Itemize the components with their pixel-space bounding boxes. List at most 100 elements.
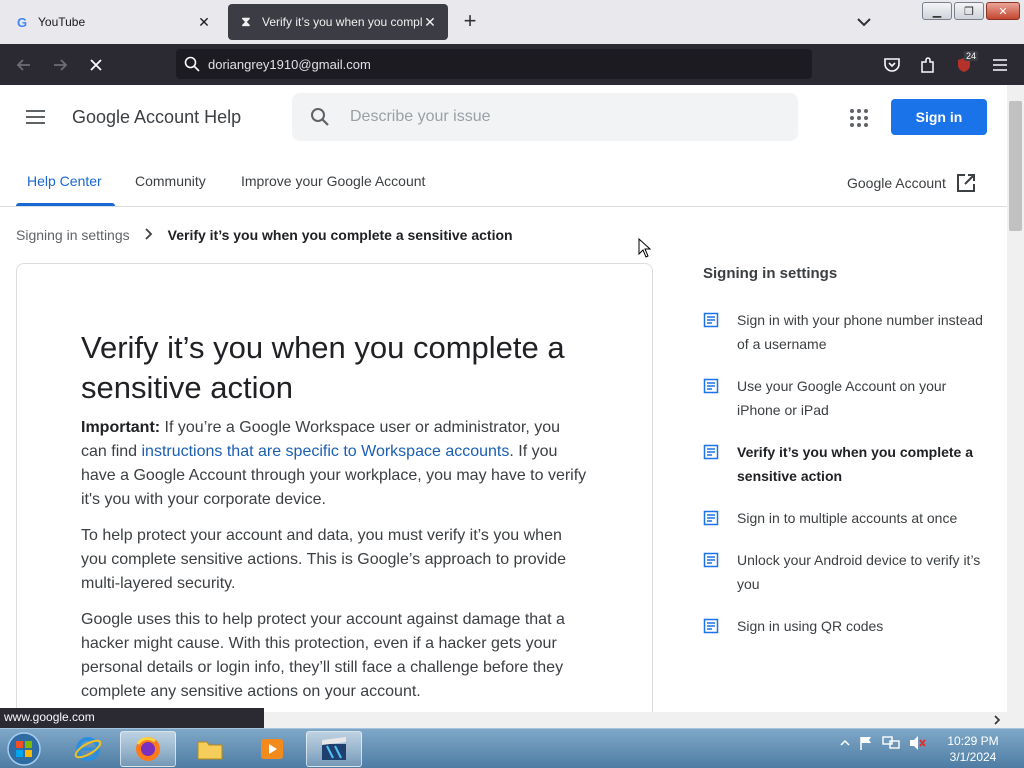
pocket-button[interactable]	[880, 53, 904, 77]
apps-grid-icon	[850, 109, 868, 127]
extensions-button[interactable]	[916, 53, 940, 77]
link-status-text: www.google.com	[0, 708, 264, 728]
new-tab-button[interactable]: +	[458, 10, 482, 34]
breadcrumb-current: Verify it’s you when you complete a sens…	[167, 227, 513, 243]
article-icon	[703, 312, 719, 328]
hamburger-menu-icon	[993, 59, 1007, 71]
article-paragraph: To help protect your account and data, y…	[81, 527, 567, 592]
breadcrumb: Signing in settings Verify it’s you when…	[16, 227, 513, 243]
product-name[interactable]: Google Account Help	[72, 107, 241, 128]
sidebar-item-label: Verify it’s you when you complete a sens…	[737, 444, 973, 484]
vertical-scrollbar[interactable]	[1007, 85, 1024, 712]
article-icon	[703, 444, 719, 460]
browser-tab-strip: G YouTube ✕ ⧗ Verify it’s you when you c…	[0, 0, 1024, 44]
volume-muted-icon[interactable]	[908, 735, 926, 751]
window-controls: ▁ ❐ ✕	[922, 2, 1020, 20]
main-menu-button[interactable]	[24, 107, 48, 127]
arrow-right-icon	[54, 59, 68, 71]
navigation-toolbar: doriangrey1910@gmail.com 24	[0, 44, 1024, 85]
sidebar-item-multiple-accounts[interactable]: Sign in to multiple accounts at once	[703, 508, 993, 530]
puzzle-icon	[921, 57, 934, 73]
pocket-icon	[884, 58, 900, 72]
restore-button[interactable]: ❐	[954, 2, 984, 20]
article-icon	[703, 378, 719, 394]
google-apps-button[interactable]	[848, 107, 870, 129]
search-icon	[184, 56, 200, 72]
sidebar-item-label: Sign in using QR codes	[737, 618, 884, 634]
sign-in-button[interactable]: Sign in	[891, 99, 987, 135]
stop-loading-button[interactable]	[84, 53, 108, 77]
article-title: Verify it’s you when you complete a sens…	[81, 330, 565, 405]
page-viewport: Google Account Help Sign in Help Center …	[0, 85, 1007, 712]
taskbar-firefox[interactable]	[120, 731, 176, 767]
sidebar-item-label: Unlock your Android device to verify it’…	[737, 552, 981, 592]
sidebar-item-label: Sign in with your phone number instead o…	[737, 312, 983, 352]
close-tab-icon[interactable]: ✕	[422, 14, 438, 31]
article-icon	[703, 618, 719, 634]
horizontal-scrollbar[interactable]	[264, 712, 1024, 728]
menu-button[interactable]	[988, 53, 1012, 77]
chevron-right-icon	[144, 227, 154, 243]
sidebar-item-label: Use your Google Account on your iPhone o…	[737, 378, 947, 418]
chevron-up-icon[interactable]	[840, 738, 850, 748]
clock-time: 10:29 PM	[947, 734, 999, 748]
start-button[interactable]	[4, 730, 44, 768]
address-bar[interactable]: doriangrey1910@gmail.com	[176, 49, 812, 79]
close-tab-icon[interactable]: ✕	[196, 14, 212, 31]
sidebar-item-label: Sign in to multiple accounts at once	[737, 510, 958, 526]
google-account-link[interactable]: Google Account	[847, 173, 976, 193]
tab-community[interactable]: Community	[135, 173, 206, 189]
stop-icon	[90, 59, 102, 71]
search-input[interactable]	[350, 108, 770, 126]
tab-title: Verify it’s you when you comple	[262, 15, 422, 29]
taskbar-media-player[interactable]	[244, 731, 300, 767]
forward-button[interactable]	[48, 53, 72, 77]
list-all-tabs-button[interactable]	[852, 12, 876, 32]
tab-verify-article[interactable]: ⧗ Verify it’s you when you comple ✕	[228, 4, 448, 40]
url-text: doriangrey1910@gmail.com	[208, 56, 371, 72]
network-icon[interactable]	[882, 735, 900, 751]
article-icon	[703, 510, 719, 526]
windows-logo-icon	[7, 732, 41, 766]
breadcrumb-parent[interactable]: Signing in settings	[16, 227, 130, 243]
google-account-label: Google Account	[847, 175, 946, 191]
internet-explorer-icon	[74, 737, 102, 761]
sidebar-item-unlock-android[interactable]: Unlock your Android device to verify it’…	[703, 550, 993, 596]
article-card: Verify it’s you when you complete a sens…	[16, 263, 653, 712]
taskbar-clock[interactable]: 10:29 PM 3/1/2024	[940, 733, 1006, 765]
article-paragraph: Google uses this to help protect your ac…	[81, 611, 565, 700]
ublock-extension-button[interactable]: 24	[952, 51, 979, 77]
help-search-box[interactable]	[292, 93, 798, 141]
related-articles-sidebar: Signing in settings Sign in with your ph…	[703, 265, 993, 658]
system-tray	[840, 735, 926, 751]
active-tab-indicator	[16, 203, 115, 206]
chevron-down-icon	[857, 18, 871, 27]
taskbar-file-explorer[interactable]	[182, 731, 238, 767]
tab-improve-account[interactable]: Improve your Google Account	[241, 173, 425, 189]
sidebar-item-iphone-ipad[interactable]: Use your Google Account on your iPhone o…	[703, 376, 993, 422]
arrow-left-icon	[16, 59, 30, 71]
sidebar-item-phone-sign-in[interactable]: Sign in with your phone number instead o…	[703, 310, 993, 356]
minimize-button[interactable]: ▁	[922, 2, 952, 20]
back-button[interactable]	[12, 53, 36, 77]
action-center-flag-icon[interactable]	[858, 735, 874, 751]
taskbar-video-editor[interactable]	[306, 731, 362, 767]
article-paragraph-important: Important: If you’re a Google Workspace …	[81, 416, 588, 512]
clock-date: 3/1/2024	[949, 750, 997, 764]
tab-help-center[interactable]: Help Center	[27, 173, 102, 189]
workspace-instructions-link[interactable]: instructions that are specific to Worksp…	[141, 443, 509, 460]
chevron-right-icon[interactable]	[992, 715, 1002, 725]
folder-icon	[197, 741, 223, 760]
sidebar-item-qr-codes[interactable]: Sign in using QR codes	[703, 616, 993, 638]
close-window-button[interactable]: ✕	[986, 2, 1020, 20]
tab-youtube[interactable]: G YouTube ✕	[4, 4, 222, 40]
clapperboard-icon	[322, 737, 346, 760]
tab-title: YouTube	[38, 15, 86, 29]
help-subnav: Help Center Community Improve your Googl…	[0, 157, 1007, 207]
firefox-icon	[136, 737, 160, 761]
scrollbar-thumb[interactable]	[1009, 101, 1022, 231]
hourglass-icon: ⧗	[241, 14, 251, 29]
sidebar-item-verify-sensitive-action[interactable]: Verify it’s you when you complete a sens…	[703, 442, 993, 488]
taskbar-internet-explorer[interactable]	[60, 731, 116, 767]
mouse-cursor-icon	[638, 238, 652, 258]
